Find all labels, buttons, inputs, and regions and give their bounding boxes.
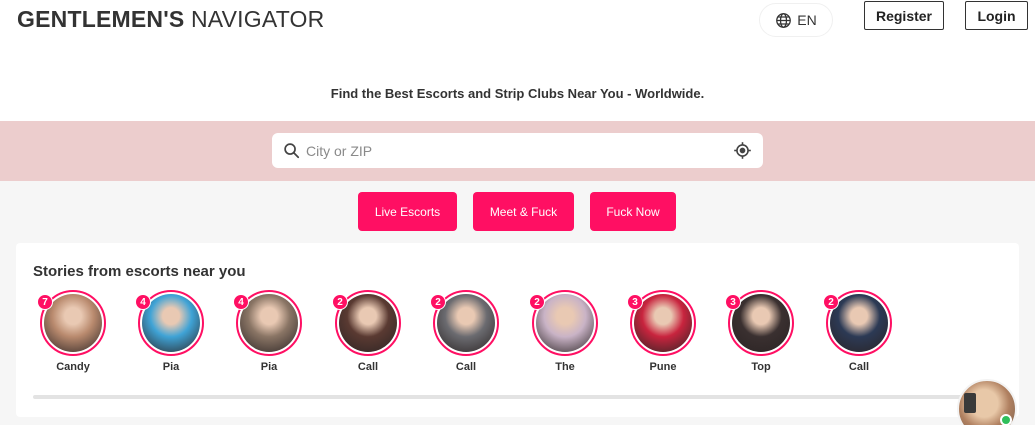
search-box (272, 133, 763, 168)
search-band (0, 121, 1035, 181)
language-label: EN (797, 12, 817, 28)
register-button[interactable]: Register (864, 1, 944, 30)
story-name: Pia (162, 361, 180, 373)
story-count-badge: 2 (823, 294, 839, 310)
story-name: Call (848, 361, 870, 373)
phone-shape (964, 393, 976, 413)
live-escorts-button[interactable]: Live Escorts (358, 192, 457, 231)
story-item[interactable]: 4 Pia (233, 290, 302, 373)
story-item[interactable]: 2 Call (430, 290, 499, 373)
stories-panel: Stories from escorts near you 7 Candy 4 … (16, 243, 1019, 417)
story-item[interactable]: 4 Pia (135, 290, 204, 373)
story-name: The (555, 361, 575, 373)
globe-icon (776, 12, 792, 28)
page-tagline: Find the Best Escorts and Strip Clubs Ne… (330, 86, 705, 101)
crosshair-icon[interactable] (733, 141, 752, 160)
search-input[interactable] (306, 133, 726, 168)
brand-bold-text: GENTLEMEN'S (17, 6, 185, 32)
story-name: Call (357, 361, 379, 373)
search-icon (284, 143, 300, 159)
story-count-badge: 2 (529, 294, 545, 310)
story-count-badge: 3 (725, 294, 741, 310)
online-status-dot (1000, 414, 1012, 425)
story-name: Top (751, 361, 771, 373)
story-item[interactable]: 2 The (529, 290, 598, 373)
story-name: Pune (649, 361, 677, 373)
brand-logo[interactable]: GENTLEMEN'S NAVIGATOR (17, 6, 324, 33)
content-area: Live Escorts Meet & Fuck Fuck Now Storie… (0, 181, 1035, 425)
brand-light-text: NAVIGATOR (191, 6, 325, 32)
story-count-badge: 4 (233, 294, 249, 310)
story-item[interactable]: 7 Candy (37, 290, 106, 373)
stories-title: Stories from escorts near you (33, 263, 246, 280)
stories-scrollbar[interactable] (33, 395, 1000, 399)
story-count-badge: 3 (627, 294, 643, 310)
story-item[interactable]: 2 Call (823, 290, 892, 373)
fuck-now-button[interactable]: Fuck Now (590, 192, 676, 231)
login-button[interactable]: Login (965, 1, 1028, 30)
story-count-badge: 7 (37, 294, 53, 310)
story-name: Pia (260, 361, 278, 373)
site-header: GENTLEMEN'S NAVIGATOR EN Register Login (0, 0, 1035, 40)
story-item[interactable]: 3 Pune (627, 290, 696, 373)
story-item[interactable]: 3 Top (725, 290, 794, 373)
story-count-badge: 4 (135, 294, 151, 310)
story-name: Call (455, 361, 477, 373)
meet-and-fuck-button[interactable]: Meet & Fuck (473, 192, 574, 231)
story-count-badge: 2 (430, 294, 446, 310)
story-count-badge: 2 (332, 294, 348, 310)
story-name: Candy (56, 361, 90, 373)
story-item[interactable]: 2 Call (332, 290, 401, 373)
language-selector[interactable]: EN (759, 3, 833, 37)
